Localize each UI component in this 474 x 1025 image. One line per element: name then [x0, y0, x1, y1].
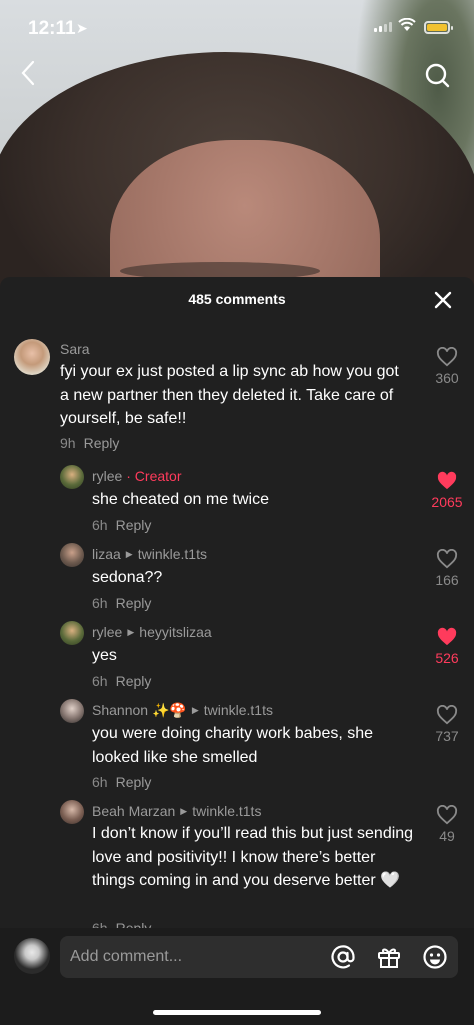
- comment-meta: 6h Reply: [92, 673, 151, 689]
- emoji-icon: [423, 945, 447, 969]
- wifi-icon: [398, 17, 416, 37]
- battery-icon: [424, 21, 453, 34]
- emoji-button[interactable]: [422, 944, 448, 970]
- reply-to-username[interactable]: twinkle.t1ts: [192, 803, 261, 819]
- chevron-left-icon: [21, 60, 35, 86]
- like-button[interactable]: 166: [427, 549, 467, 588]
- reply-arrow-icon: ▶: [191, 705, 199, 715]
- like-button[interactable]: 737: [427, 705, 467, 744]
- comment-time: 6h: [92, 517, 108, 533]
- comment-username: lizaa ▶ twinkle.t1ts: [92, 546, 207, 562]
- like-button[interactable]: 2065: [427, 471, 467, 510]
- username[interactable]: Sara: [60, 341, 90, 357]
- search-icon: [425, 63, 450, 88]
- gift-button[interactable]: [376, 944, 402, 970]
- cellular-signal-icon: [374, 22, 392, 32]
- username[interactable]: rylee: [92, 624, 122, 640]
- like-count: 360: [435, 370, 459, 386]
- heart-icon: [436, 705, 458, 725]
- comment-meta: 6h Reply: [92, 774, 151, 790]
- reply-arrow-icon: ▶: [125, 549, 133, 559]
- comment-username[interactable]: Sara: [60, 341, 90, 357]
- reply-to-username[interactable]: heyyitslizaa: [139, 624, 211, 640]
- heart-icon: [437, 627, 457, 646]
- reply-arrow-icon: ▶: [180, 806, 188, 816]
- username[interactable]: Beah Marzan: [92, 803, 175, 819]
- like-count: 2065: [431, 494, 463, 510]
- comment-meta: 6h Reply: [92, 595, 151, 611]
- comment-meta: 6h Reply: [92, 517, 151, 533]
- heart-icon: [436, 347, 458, 367]
- comment-time: 9h: [60, 435, 76, 451]
- username[interactable]: lizaa: [92, 546, 121, 562]
- close-icon: [434, 291, 452, 309]
- heart-icon: [436, 549, 458, 569]
- avatar[interactable]: [60, 800, 84, 824]
- like-button[interactable]: 526: [427, 627, 467, 666]
- location-arrow-icon: ➤: [76, 20, 88, 36]
- avatar[interactable]: [60, 621, 84, 645]
- comment-input-bar: Add comment...: [0, 928, 474, 1025]
- comment-time: 6h: [92, 673, 108, 689]
- reply-button[interactable]: Reply: [116, 595, 152, 611]
- heart-icon: [437, 471, 457, 490]
- avatar[interactable]: [14, 339, 50, 375]
- status-bar: 12:11 ➤: [0, 0, 474, 56]
- comment-text: sedona??: [92, 569, 163, 586]
- comment-username: Beah Marzan ▶ twinkle.t1ts: [92, 803, 261, 819]
- creator-badge: · Creator: [126, 468, 182, 484]
- battery-level: [427, 24, 447, 31]
- comment-time: 6h: [92, 774, 108, 790]
- username[interactable]: rylee: [92, 468, 122, 484]
- comments-sheet: 485 comments Sara fyi your ex just poste…: [0, 277, 474, 1025]
- avatar[interactable]: [60, 699, 84, 723]
- like-count: 166: [435, 572, 459, 588]
- comment-count: 485 comments: [188, 291, 286, 307]
- reply-button[interactable]: Reply: [84, 435, 120, 451]
- reply-button[interactable]: Reply: [116, 673, 152, 689]
- like-button[interactable]: 360: [427, 347, 467, 386]
- comment-text: she cheated on me twice: [92, 491, 269, 508]
- comments-header: 485 comments: [0, 277, 474, 323]
- gift-icon: [378, 948, 400, 968]
- comment-text: fyi your ex just posted a lip sync ab ho…: [60, 363, 399, 427]
- comment-username: rylee ▶ heyyitslizaa: [92, 624, 212, 640]
- at-icon: [331, 945, 355, 969]
- home-indicator[interactable]: [153, 1010, 321, 1015]
- comment-username: Shannon ✨🍄 ▶ twinkle.t1ts: [92, 702, 273, 719]
- comment-text: you were doing charity work babes, she l…: [92, 725, 374, 766]
- my-avatar[interactable]: [14, 938, 50, 974]
- reply-to-username[interactable]: twinkle.t1ts: [204, 702, 273, 718]
- comment-text: yes: [92, 647, 117, 664]
- back-button[interactable]: [14, 60, 42, 94]
- avatar[interactable]: [60, 543, 84, 567]
- reply-to-username[interactable]: twinkle.t1ts: [138, 546, 207, 562]
- comment-username: rylee · Creator: [92, 468, 181, 484]
- status-time: 12:11: [28, 18, 76, 39]
- comment-text: I don’t know if you’ll read this but jus…: [92, 825, 414, 889]
- search-button[interactable]: [424, 62, 450, 88]
- comment-time: 6h: [92, 595, 108, 611]
- reply-button[interactable]: Reply: [116, 774, 152, 790]
- mention-button[interactable]: [330, 944, 356, 970]
- like-count: 526: [435, 650, 459, 666]
- reply-button[interactable]: Reply: [116, 517, 152, 533]
- heart-icon: [436, 805, 458, 825]
- comment-input[interactable]: Add comment...: [60, 936, 458, 978]
- avatar[interactable]: [60, 465, 84, 489]
- username[interactable]: Shannon ✨🍄: [92, 702, 187, 718]
- reply-arrow-icon: ▶: [127, 627, 135, 637]
- like-button[interactable]: 49: [427, 805, 467, 844]
- close-comments-button[interactable]: [432, 289, 454, 311]
- like-count: 737: [435, 728, 459, 744]
- like-count: 49: [439, 828, 455, 844]
- comment-meta: 9h Reply: [60, 435, 119, 451]
- comment-input-placeholder[interactable]: Add comment...: [70, 948, 182, 966]
